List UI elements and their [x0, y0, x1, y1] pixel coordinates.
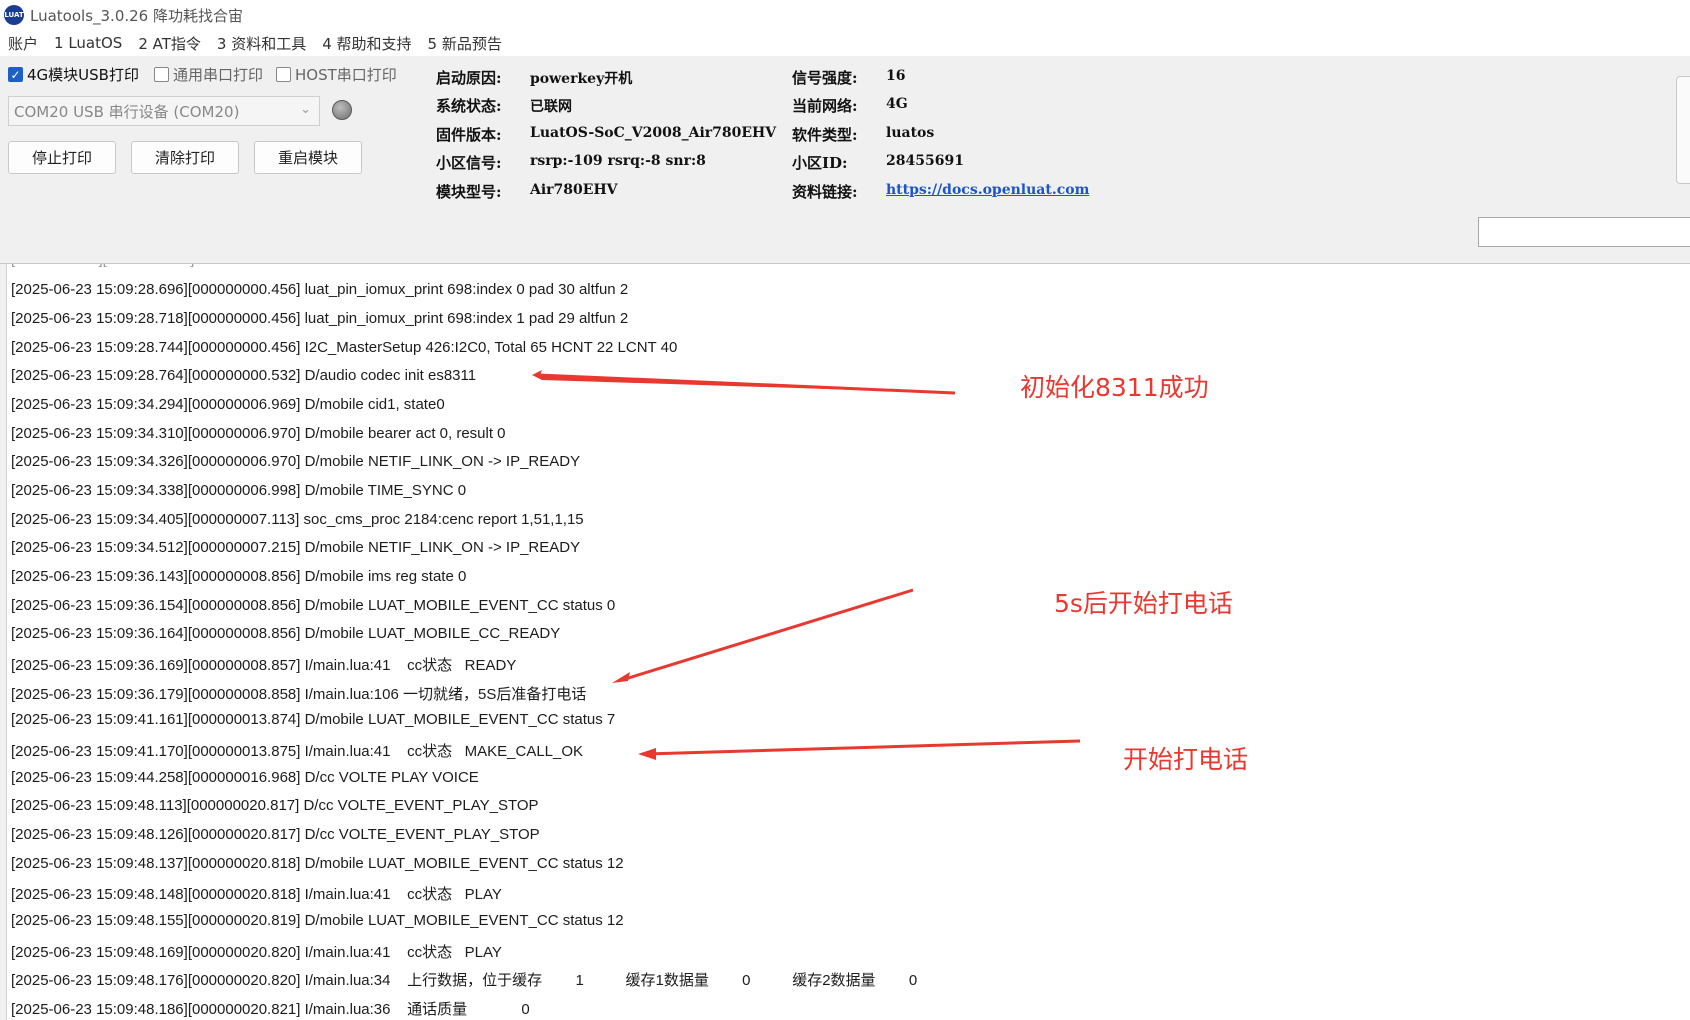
log-line: [2025-06-23 15:09:34.326][000000006.970]…	[11, 453, 581, 470]
log-line: [2025-06-23 15:09:36.154][000000008.856]…	[11, 597, 616, 614]
port-select-value: COM20 USB 串行设备 (COM20)	[14, 102, 240, 121]
signal-strength-label: 信号强度:	[792, 69, 858, 87]
log-line: [2025-06-23 15:09:28.718][000000000.456]…	[11, 310, 629, 327]
boot-reason-value: powerkey开机	[530, 71, 633, 87]
menu-account[interactable]: 账户	[0, 33, 46, 54]
log-output-area[interactable]: [ ][ ] [2025-06-23 15:09:28.696][0000000…	[6, 264, 1690, 1020]
firmware-value: LuatOS-SoC_V2008_Air780EHV	[530, 125, 777, 141]
network-label: 当前网络:	[792, 97, 858, 115]
log-line: [2025-06-23 15:09:34.338][000000006.998]…	[11, 482, 467, 499]
restart-module-button[interactable]: 重启模块	[254, 141, 362, 174]
log-line-partial-top: [ ][ ]	[11, 264, 194, 268]
cell-id-value: 28455691	[886, 153, 964, 169]
network-value: 4G	[886, 96, 908, 112]
module-model-value: Air780EHV	[530, 182, 618, 198]
checkbox-4g-usb-print[interactable]: ✓ 4G模块USB打印	[8, 64, 139, 85]
firmware-label: 固件版本:	[436, 126, 502, 144]
checkbox-unchecked-icon	[276, 67, 291, 82]
chevron-down-icon: ⌄	[300, 102, 311, 117]
menu-resources-tools[interactable]: 3 资料和工具	[209, 33, 314, 54]
log-line: [2025-06-23 15:09:48.148][000000020.818]…	[11, 886, 502, 903]
system-status-value: 已联网	[530, 99, 572, 115]
checkbox-label: 通用串口打印	[173, 66, 264, 84]
annotation-start-call: 开始打电话	[1123, 745, 1249, 774]
log-line: [2025-06-23 15:09:48.113][000000020.817]…	[11, 797, 539, 814]
checkbox-label: HOST串口打印	[295, 66, 397, 84]
boot-reason-label: 启动原因:	[436, 69, 502, 87]
menu-luatos[interactable]: 1 LuatOS	[46, 34, 130, 52]
log-line: [2025-06-23 15:09:41.161][000000013.874]…	[11, 711, 616, 728]
log-line: [2025-06-23 15:09:34.405][000000007.113]…	[11, 511, 584, 528]
menu-bar: 账户 1 LuatOS 2 AT指令 3 资料和工具 4 帮助和支持 5 新品预…	[0, 30, 1690, 56]
app-logo-icon: LUAT	[4, 5, 24, 25]
software-type-value: luatos	[886, 125, 935, 141]
docs-link-label: 资料链接:	[792, 183, 858, 201]
cell-signal-value: rsrp:-109 rsrq:-8 snr:8	[530, 153, 706, 169]
side-panel-handle[interactable]	[1676, 76, 1690, 184]
log-line: [2025-06-23 15:09:28.764][000000000.532]…	[11, 367, 477, 384]
log-line: [2025-06-23 15:09:36.143][000000008.856]…	[11, 568, 467, 585]
checkbox-label: 4G模块USB打印	[27, 66, 139, 84]
cell-id-label: 小区ID:	[792, 154, 848, 172]
module-model-label: 模块型号:	[436, 183, 502, 201]
port-select[interactable]: COM20 USB 串行设备 (COM20) ⌄	[8, 96, 320, 126]
log-line: [2025-06-23 15:09:48.176][000000020.820]…	[11, 972, 918, 989]
checkbox-checked-icon: ✓	[8, 67, 23, 82]
checkbox-generic-serial-print[interactable]: 通用串口打印	[154, 64, 263, 85]
menu-help-support[interactable]: 4 帮助和支持	[314, 33, 419, 54]
log-line: [2025-06-23 15:09:48.137][000000020.818]…	[11, 855, 624, 872]
checkbox-unchecked-icon	[154, 67, 169, 82]
docs-link[interactable]: https://docs.openluat.com	[886, 182, 1089, 198]
system-status-label: 系统状态:	[436, 97, 502, 115]
log-line: [2025-06-23 15:09:48.126][000000020.817]…	[11, 826, 540, 843]
software-type-label: 软件类型:	[792, 126, 858, 144]
stop-print-button[interactable]: 停止打印	[8, 141, 116, 174]
log-line: [2025-06-23 15:09:48.169][000000020.820]…	[11, 944, 502, 961]
cell-signal-label: 小区信号:	[436, 154, 502, 172]
log-line: [2025-06-23 15:09:28.744][000000000.456]…	[11, 339, 678, 356]
menu-at-commands[interactable]: 2 AT指令	[130, 33, 209, 54]
log-line: [2025-06-23 15:09:48.155][000000020.819]…	[11, 912, 624, 929]
signal-strength-value: 16	[886, 68, 906, 84]
connection-status-indicator-icon	[332, 100, 352, 120]
log-line: [2025-06-23 15:09:41.170][000000013.875]…	[11, 743, 584, 760]
annotation-call-in-5s: 5s后开始打电话	[1054, 589, 1233, 618]
annotation-codec-init: 初始化8311成功	[1020, 373, 1209, 402]
log-line: [2025-06-23 15:09:36.164][000000008.856]…	[11, 625, 561, 642]
log-line: [2025-06-23 15:09:34.512][000000007.215]…	[11, 539, 581, 556]
log-line: [2025-06-23 15:09:36.169][000000008.857]…	[11, 657, 517, 674]
clear-print-button[interactable]: 清除打印	[131, 141, 239, 174]
log-line: [2025-06-23 15:09:48.186][000000020.821]…	[11, 1001, 530, 1018]
window-title: Luatools_3.0.26 降功耗找合宙	[30, 6, 243, 25]
log-line: [2025-06-23 15:09:36.179][000000008.858]…	[11, 686, 587, 703]
log-search-input[interactable]	[1478, 217, 1690, 247]
log-line: [2025-06-23 15:09:34.310][000000006.970]…	[11, 425, 506, 442]
log-line: [2025-06-23 15:09:44.258][000000016.968]…	[11, 769, 479, 786]
checkbox-host-serial-print[interactable]: HOST串口打印	[276, 64, 397, 85]
title-bar: LUAT Luatools_3.0.26 降功耗找合宙	[0, 0, 1690, 30]
menu-new-products[interactable]: 5 新品预告	[420, 33, 510, 54]
log-line: [2025-06-23 15:09:34.294][000000006.969]…	[11, 396, 445, 413]
log-line: [2025-06-23 15:09:28.696][000000000.456]…	[11, 281, 629, 298]
